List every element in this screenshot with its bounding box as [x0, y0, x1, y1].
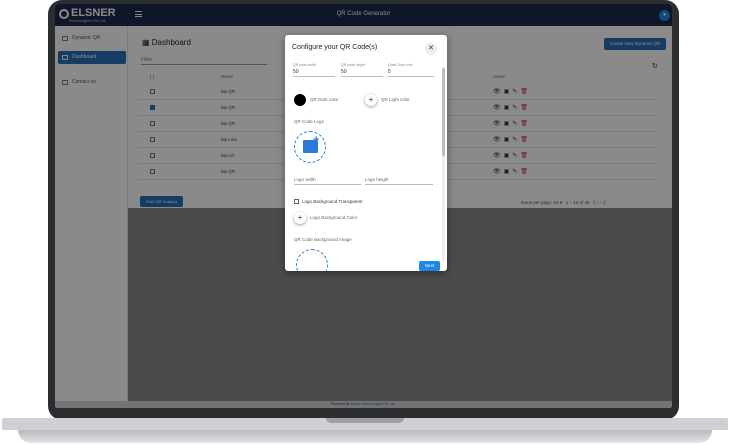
- base-bottom: [18, 430, 712, 443]
- qr-logo-label: QR Code Logo: [294, 119, 325, 124]
- quiet-zone-label: Quiet Zone size: [388, 63, 413, 67]
- add-icon: +: [313, 134, 320, 146]
- logo-width-field[interactable]: Logo width: [294, 177, 316, 182]
- field-underline: [388, 76, 434, 77]
- close-icon[interactable]: ✕: [425, 43, 437, 55]
- qr-height-label: QR code height: [341, 63, 366, 67]
- dark-color-label: QR Dark color: [310, 97, 339, 102]
- dialog-title: Configure your QR Code(s): [292, 44, 378, 51]
- light-color-picker[interactable]: +: [365, 94, 377, 106]
- quiet-zone-field[interactable]: 5: [388, 69, 391, 75]
- field-underline: [341, 76, 383, 77]
- qr-height-field[interactable]: 50: [341, 69, 347, 75]
- field-underline: [365, 184, 433, 185]
- qr-width-label: QR code width: [293, 63, 316, 67]
- dialog-scroll-thumb[interactable]: [442, 68, 445, 156]
- bg-image-upload-button[interactable]: [296, 249, 328, 271]
- bg-image-label: QR Code Background Image: [294, 237, 352, 242]
- logo-bg-transparent-label: Logo Background Transparent: [302, 199, 363, 204]
- logo-upload-button[interactable]: +: [294, 131, 326, 163]
- logo-bg-transparent-checkbox[interactable]: [294, 199, 299, 204]
- configure-qr-dialog: Configure your QR Code(s) ✕ QR code widt…: [285, 35, 447, 271]
- next-button[interactable]: Next: [419, 261, 440, 271]
- laptop-base: [0, 418, 730, 445]
- qr-width-field[interactable]: 50: [293, 69, 299, 75]
- field-underline: [293, 76, 335, 77]
- logo-bg-color-label: Logo Background Color: [310, 215, 358, 220]
- logo-height-field[interactable]: Logo height: [365, 177, 389, 182]
- screen: ELSNER Technologies Pvt Ltd. QR Code Gen…: [55, 4, 672, 408]
- laptop-frame: ELSNER Technologies Pvt Ltd. QR Code Gen…: [0, 0, 730, 445]
- light-color-label: QR Light color: [381, 97, 410, 102]
- field-underline: [294, 184, 361, 185]
- dark-color-swatch[interactable]: [294, 94, 306, 106]
- logo-bg-color-picker[interactable]: +: [294, 212, 306, 224]
- base-notch: [326, 418, 404, 423]
